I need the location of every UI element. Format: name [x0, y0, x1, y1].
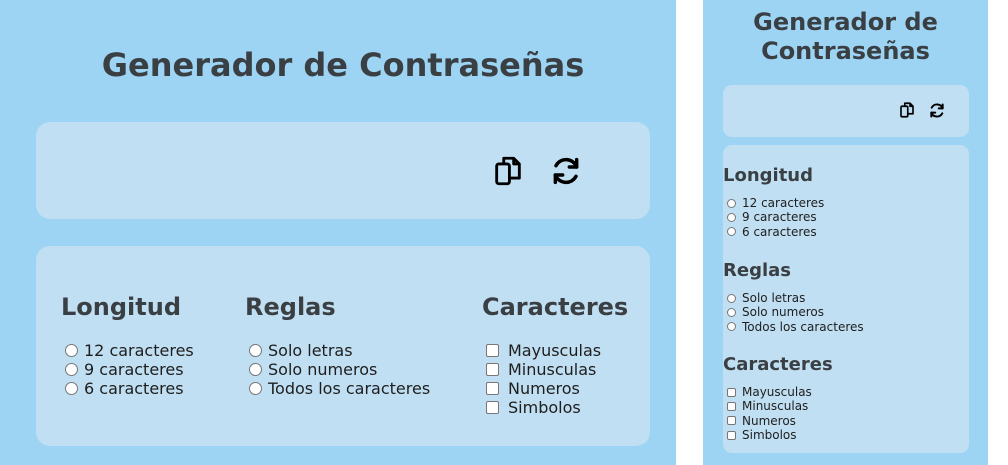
rules-option-all[interactable]: Todos los caracteres — [245, 379, 430, 398]
length-option-6[interactable]: 6 caracteres — [723, 225, 824, 239]
option-label: Mayusculas — [742, 385, 812, 400]
length-option-9[interactable]: 9 caracteres — [723, 210, 824, 224]
radio-button[interactable] — [249, 344, 262, 357]
radio-button[interactable] — [65, 382, 78, 395]
chars-option-uppercase[interactable]: Mayusculas — [723, 385, 833, 399]
option-label: Mayusculas — [508, 341, 602, 360]
radio-button[interactable] — [727, 307, 736, 317]
rules-option-numbers[interactable]: Solo numeros — [245, 360, 430, 379]
regenerate-button[interactable] — [928, 102, 946, 119]
rules-option-letters[interactable]: Solo letras — [723, 291, 864, 305]
copy-icon — [491, 154, 525, 188]
radio-button[interactable] — [727, 227, 736, 237]
checkbox[interactable] — [727, 430, 736, 440]
option-label: Solo numeros — [742, 305, 824, 320]
option-label: Todos los caracteres — [742, 319, 864, 334]
checkbox[interactable] — [727, 387, 736, 397]
narrow-view: Generador de Contraseñas Longitud 12 car… — [703, 0, 988, 465]
option-label: Minusculas — [742, 399, 809, 414]
page-title: Generador de Contraseñas — [101, 46, 585, 84]
radio-button[interactable] — [65, 363, 78, 376]
checkbox[interactable] — [486, 401, 499, 414]
radio-button[interactable] — [727, 322, 736, 332]
chars-option-symbols[interactable]: Simbolos — [723, 428, 833, 442]
checkbox[interactable] — [486, 363, 499, 376]
copy-icon — [898, 101, 916, 119]
options-card: Longitud 12 caracteres 9 caracteres 6 ca… — [723, 145, 969, 453]
option-label: Solo letras — [742, 291, 806, 306]
length-heading: Longitud — [61, 293, 182, 321]
rules-heading: Reglas — [723, 260, 791, 281]
rules-option-numbers[interactable]: Solo numeros — [723, 305, 864, 319]
refresh-icon — [928, 102, 946, 119]
length-option-9[interactable]: 9 caracteres — [61, 360, 194, 379]
chars-heading: Caracteres — [482, 293, 629, 321]
option-label: 6 caracteres — [84, 379, 184, 398]
length-group: Longitud 12 caracteres 9 caracteres 6 ca… — [61, 293, 194, 398]
password-output-card — [36, 122, 650, 219]
radio-button[interactable] — [727, 293, 736, 303]
chars-option-numbers[interactable]: Numeros — [723, 414, 833, 428]
option-label: Solo numeros — [268, 360, 378, 379]
rules-option-all[interactable]: Todos los caracteres — [723, 320, 864, 334]
length-option-12[interactable]: 12 caracteres — [61, 341, 194, 360]
option-label: 12 caracteres — [742, 196, 825, 211]
checkbox[interactable] — [727, 416, 736, 426]
radio-button[interactable] — [65, 344, 78, 357]
option-label: Numeros — [742, 413, 796, 428]
option-label: 6 caracteres — [742, 224, 817, 239]
option-label: 9 caracteres — [84, 360, 184, 379]
radio-button[interactable] — [249, 382, 262, 395]
radio-button[interactable] — [249, 363, 262, 376]
length-heading: Longitud — [723, 165, 814, 186]
option-label: 12 caracteres — [84, 341, 194, 360]
chars-option-uppercase[interactable]: Mayusculas — [482, 341, 628, 360]
wide-view: Generador de Contraseñas Longitud 12 car… — [0, 0, 676, 465]
chars-option-symbols[interactable]: Simbolos — [482, 398, 628, 417]
regenerate-button[interactable] — [549, 155, 583, 187]
copy-button[interactable] — [898, 101, 916, 119]
chars-group: Caracteres Mayusculas Minusculas Numeros… — [482, 293, 628, 417]
option-label: Numeros — [508, 379, 580, 398]
radio-button[interactable] — [727, 198, 736, 208]
option-label: Minusculas — [508, 360, 597, 379]
page-title: Generador de Contraseñas — [753, 8, 938, 65]
length-group: Longitud 12 caracteres 9 caracteres 6 ca… — [723, 165, 824, 239]
length-option-12[interactable]: 12 caracteres — [723, 196, 824, 210]
chars-option-numbers[interactable]: Numeros — [482, 379, 628, 398]
chars-option-lowercase[interactable]: Minusculas — [723, 399, 833, 413]
chars-heading: Caracteres — [723, 354, 833, 375]
rules-option-letters[interactable]: Solo letras — [245, 341, 430, 360]
checkbox[interactable] — [727, 401, 736, 411]
checkbox[interactable] — [486, 344, 499, 357]
options-card: Longitud 12 caracteres 9 caracteres 6 ca… — [36, 246, 650, 446]
option-label: Todos los caracteres — [268, 379, 431, 398]
password-output-card — [723, 85, 969, 137]
chars-option-lowercase[interactable]: Minusculas — [482, 360, 628, 379]
refresh-icon — [549, 155, 583, 187]
copy-button[interactable] — [491, 154, 525, 188]
chars-group: Caracteres Mayusculas Minusculas Numeros… — [723, 354, 833, 442]
rules-group: Reglas Solo letras Solo numeros Todos lo… — [245, 293, 430, 398]
option-label: Solo letras — [268, 341, 353, 360]
option-label: 9 caracteres — [742, 210, 817, 225]
rules-heading: Reglas — [245, 293, 336, 321]
length-option-6[interactable]: 6 caracteres — [61, 379, 194, 398]
checkbox[interactable] — [486, 382, 499, 395]
rules-group: Reglas Solo letras Solo numeros Todos lo… — [723, 260, 864, 334]
option-label: Simbolos — [508, 398, 581, 417]
radio-button[interactable] — [727, 212, 736, 222]
option-label: Simbolos — [742, 428, 797, 443]
